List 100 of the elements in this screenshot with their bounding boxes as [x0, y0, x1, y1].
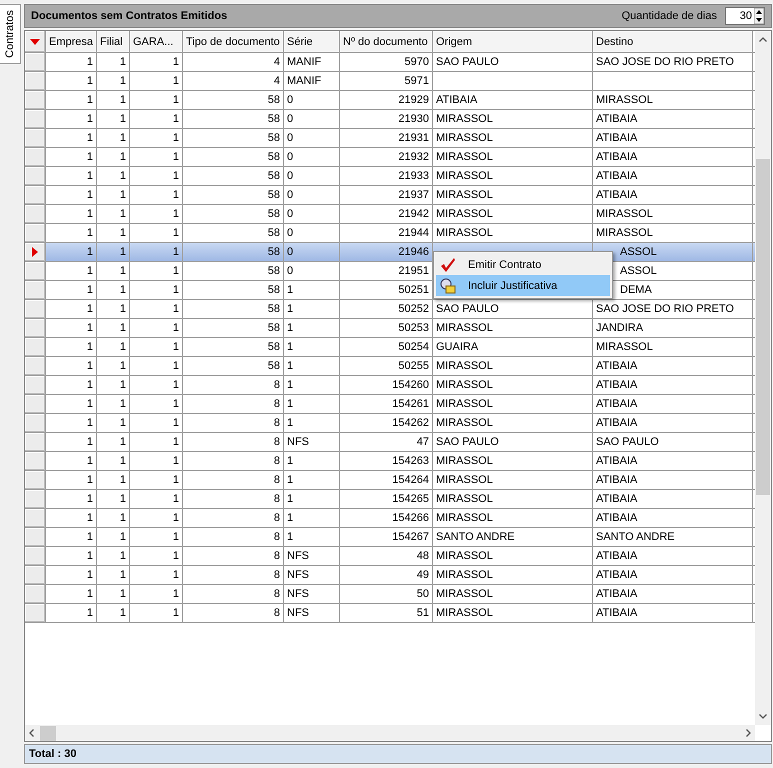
table-cell: SANTO ANDRE — [436, 531, 515, 543]
table-cell: 1 — [86, 189, 93, 201]
table-cell: 1 — [172, 246, 179, 258]
total-count: Total : 30 — [29, 748, 76, 760]
table-cell: MIRASSOL — [436, 360, 493, 372]
table-cell: SAO PAULO — [436, 303, 499, 315]
table-cell: 21942 — [398, 208, 429, 220]
table-cell: 1 — [172, 360, 179, 372]
table-cell: 8 — [274, 417, 280, 429]
table-cell: 21951 — [398, 265, 429, 277]
table-cell: 1 — [287, 512, 294, 524]
table-cell: 58 — [268, 265, 280, 277]
table-cell: 58 — [268, 227, 280, 239]
table-cell: ATIBAIA — [596, 474, 638, 486]
table-cell: 49 — [416, 569, 429, 581]
table-cell: 1 — [86, 151, 93, 163]
table-cell: 1 — [172, 474, 179, 486]
table-cell: 1 — [86, 132, 93, 144]
table-cell: 1 — [120, 588, 126, 600]
table-cell: 1 — [172, 531, 179, 543]
table-cell: 8 — [274, 379, 280, 391]
table-cell: 0 — [287, 227, 294, 239]
table-cell: 1 — [120, 341, 126, 353]
table-cell: SAO JOSE DO RIO PRETO — [596, 56, 734, 68]
table-cell: 154267 — [392, 531, 429, 543]
table-cell: MIRASSOL — [436, 550, 493, 562]
table-cell: 1 — [172, 607, 179, 619]
table-cell: 1 — [172, 151, 179, 163]
table-cell: 4 — [274, 75, 280, 87]
table-cell: 1 — [120, 284, 126, 296]
table-cell: 1 — [120, 113, 126, 125]
table-cell: 8 — [274, 474, 280, 486]
table-cell: MIRASSOL — [436, 322, 493, 334]
table-cell: 50252 — [398, 303, 429, 315]
table-cell: 58 — [268, 170, 280, 182]
table-cell: 1 — [120, 208, 126, 220]
table-cell: MANIF — [287, 56, 322, 68]
table-cell: 154261 — [392, 398, 429, 410]
table-cell: 1 — [86, 360, 93, 372]
table-cell: 1 — [172, 512, 179, 524]
table-cell: JANDIRA — [596, 322, 644, 334]
table-cell: 1 — [120, 512, 126, 524]
table-cell: 0 — [287, 208, 294, 220]
table-cell: 1 — [120, 246, 126, 258]
table-cell: 8 — [274, 569, 280, 581]
table-cell: 50253 — [398, 322, 429, 334]
table-cell: MIRASSOL — [436, 170, 493, 182]
table-cell: 1 — [86, 75, 93, 87]
table-cell: 1 — [86, 265, 93, 277]
table-cell: 5970 — [404, 56, 429, 68]
table-cell: 1 — [172, 436, 179, 448]
table-cell: 1 — [120, 170, 126, 182]
table-cell: MIRASSOL — [436, 569, 493, 581]
table-cell: 8 — [274, 512, 280, 524]
table-cell: ATIBAIA — [596, 550, 638, 562]
table-cell: DEMA — [620, 284, 652, 296]
table-cell: NFS — [287, 550, 309, 562]
table-cell: 1 — [86, 512, 93, 524]
table-cell: ATIBAIA — [436, 94, 478, 106]
table-cell: 1 — [86, 379, 93, 391]
table-cell: 1 — [287, 493, 294, 505]
table-cell: MIRASSOL — [436, 132, 493, 144]
table-cell: 58 — [268, 303, 280, 315]
table-cell: 58 — [268, 113, 280, 125]
table-cell: 1 — [287, 417, 294, 429]
table-cell: 0 — [287, 246, 294, 258]
table-cell: 1 — [172, 284, 179, 296]
table-cell: 1 — [172, 303, 179, 315]
table-cell: 1 — [287, 284, 294, 296]
table-cell: 1 — [86, 322, 93, 334]
table-cell: 1 — [172, 322, 179, 334]
table-cell: 50251 — [398, 284, 429, 296]
table-cell: 21946 — [398, 246, 429, 258]
table-cell: MIRASSOL — [436, 474, 493, 486]
table-cell: 21937 — [398, 189, 429, 201]
table-cell: 1 — [120, 75, 126, 87]
table-cell: 47 — [416, 436, 429, 448]
table-cell: 1 — [120, 398, 126, 410]
table-cell: ATIBAIA — [596, 417, 638, 429]
table-cell: 1 — [287, 531, 294, 543]
table-cell: 1 — [86, 227, 93, 239]
table-cell: 21933 — [398, 170, 429, 182]
table-cell: 8 — [274, 455, 280, 467]
table-cell: 1 — [172, 398, 179, 410]
table-cell: 58 — [268, 94, 280, 106]
table-cell: 154263 — [392, 455, 429, 467]
table-cell: ATIBAIA — [596, 569, 638, 581]
table-cell: 1 — [120, 474, 126, 486]
table-cell: 1 — [172, 550, 179, 562]
table-cell: 48 — [416, 550, 429, 562]
table-cell: 1 — [172, 569, 179, 581]
table-cell: 58 — [268, 208, 280, 220]
table-cell: 1 — [172, 56, 179, 68]
table-cell: 21930 — [398, 113, 429, 125]
table-cell: 1 — [120, 189, 126, 201]
table-cell: 1 — [86, 56, 93, 68]
table-cell: 1 — [86, 341, 93, 353]
table-cell: 0 — [287, 265, 294, 277]
table-cell: MIRASSOL — [596, 208, 653, 220]
days-label: Quantidade de dias — [622, 10, 717, 22]
